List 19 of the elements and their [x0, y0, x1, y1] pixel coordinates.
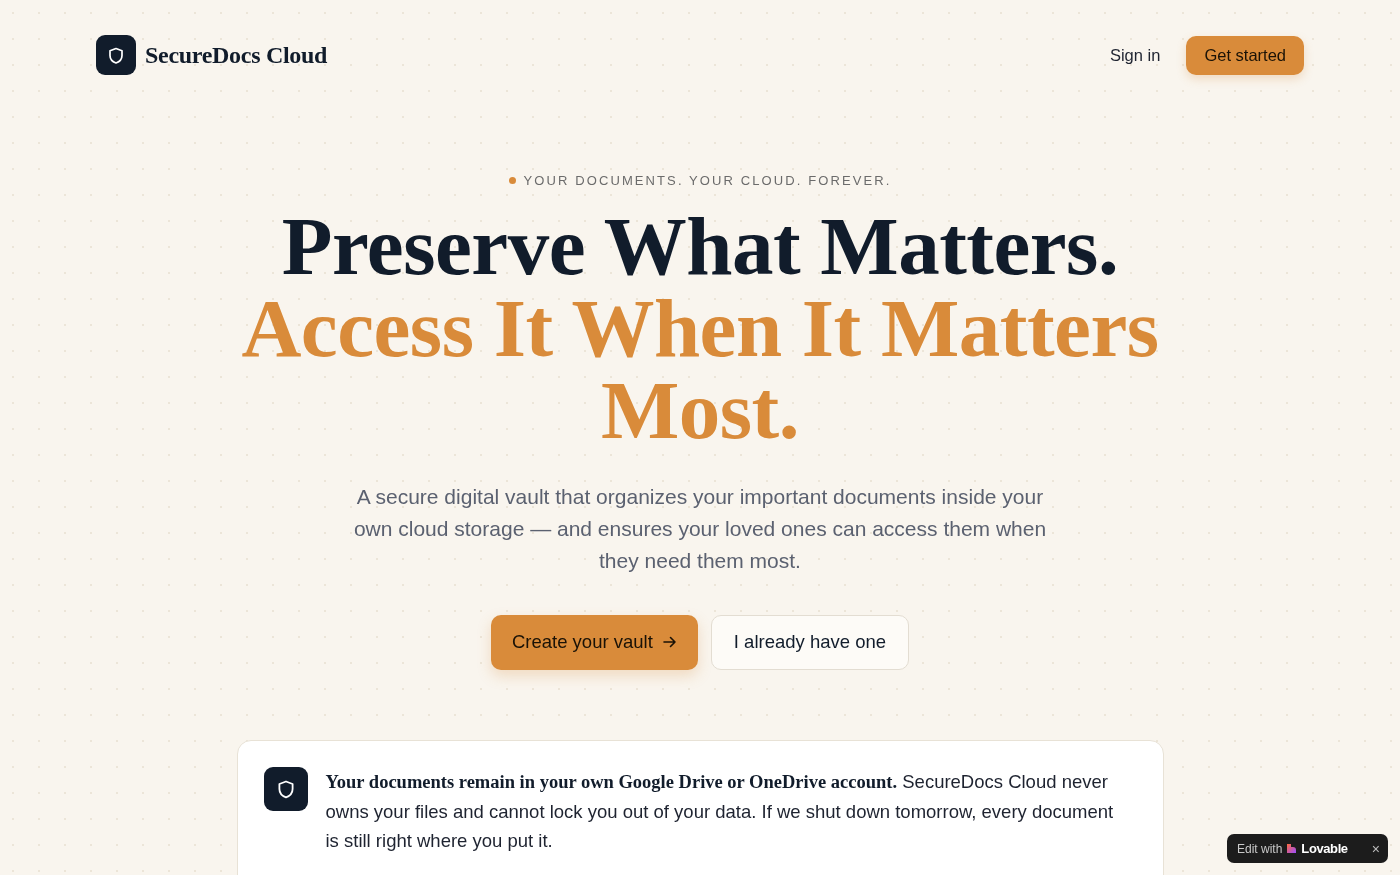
close-button[interactable]: ×: [1371, 841, 1380, 856]
sign-in-link[interactable]: Sign in: [1109, 42, 1161, 68]
badge-brand: Lovable: [1301, 839, 1348, 858]
create-vault-button[interactable]: Create your vault: [490, 614, 698, 670]
eyebrow-text: YOUR DOCUMENTS. YOUR CLOUD. FOREVER.: [523, 172, 892, 190]
dot-icon: [508, 177, 516, 185]
notice-text: Your documents remain in your own Google Drive or OneDrive account. SecureDocs Cloud never owns your files and cannot lock you out of your data. If we shut down tomorrow, every document is still right where you put it.: [325, 769, 1115, 853]
have-vault-button[interactable]: I already have one: [710, 614, 910, 670]
get-started-button[interactable]: Get started: [1186, 35, 1304, 75]
shield-logo-icon: [96, 35, 136, 75]
badge-label: Edit with: [1237, 840, 1283, 858]
heart-logo-icon: [1286, 843, 1298, 854]
hero-subtitle: A secure digital vault that organizes your important documents inside your own cloud storage — and ensures your loved ones can access them when they need them most.: [352, 483, 1048, 574]
hero-heading-line: Preserve What Matters.: [280, 204, 1120, 287]
shield-icon: [263, 766, 308, 811]
arrow-right-icon: [662, 636, 677, 648]
edit-badge[interactable]: Edit with Lovable ×: [1227, 834, 1388, 863]
brand-name: SecureDocs Cloud: [145, 41, 328, 70]
hero-heading-line: Access It When It Matters Most.: [240, 286, 1160, 451]
